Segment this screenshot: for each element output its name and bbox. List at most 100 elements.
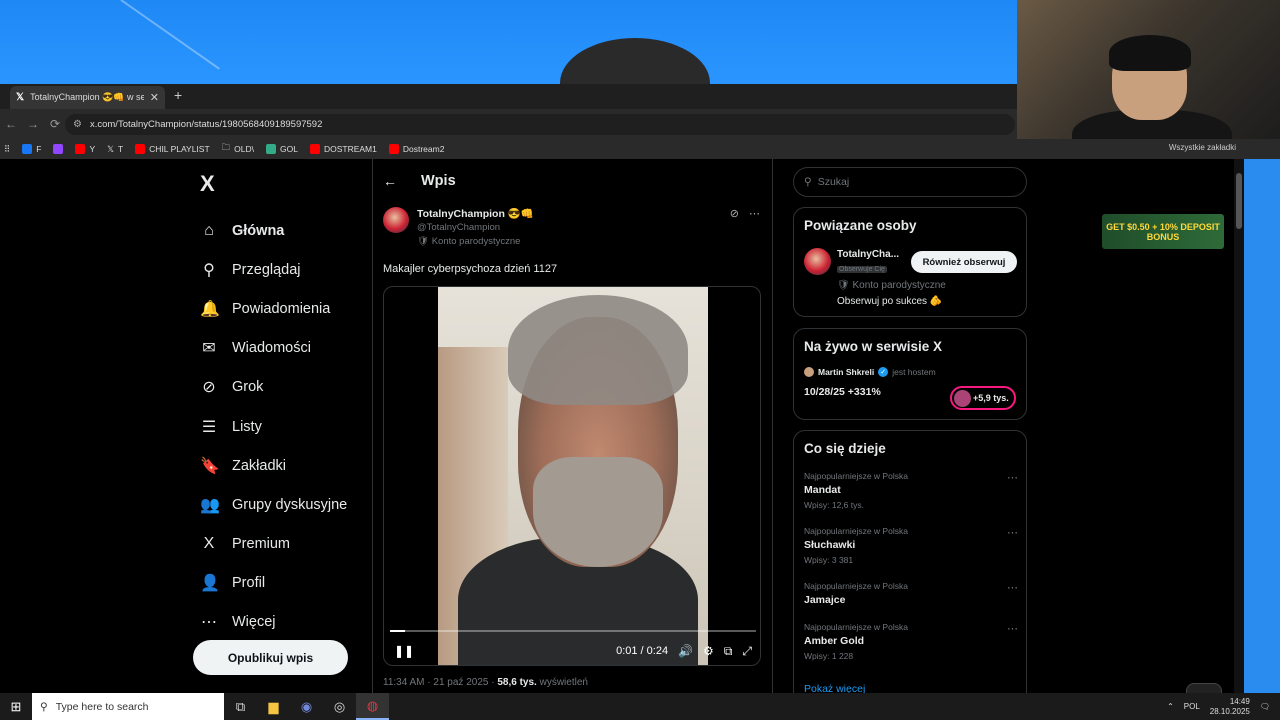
sidebar-item-more[interactable]: ⋯ Więcej — [200, 603, 347, 642]
language-indicator[interactable]: POL — [1184, 702, 1200, 711]
obs-icon[interactable]: ◎ — [323, 693, 356, 720]
profile-icon: 👤 — [200, 575, 220, 593]
search-icon: ⚲ — [40, 700, 48, 713]
video-time: 0:01 / 0:24 — [616, 645, 669, 657]
more-options-icon[interactable]: ⋯ — [1007, 622, 1018, 635]
url-field[interactable]: ⚙ x.com/TotalnyChampion/status/198056840… — [65, 114, 1015, 135]
follows-you-badge: Obserwuje Cię — [837, 266, 887, 273]
avatar[interactable] — [383, 207, 409, 233]
bookmark-folder-old[interactable]: 🗀 OLD\ — [222, 142, 254, 156]
bookmark-dostream2[interactable]: Dostream2 — [388, 144, 444, 154]
system-tray: ⌃ POL 14:49 28.10.2025 🗨 — [1167, 693, 1280, 720]
sidebar-item-premium[interactable]: X Premium — [200, 525, 347, 564]
trend-item[interactable]: Najpopularniejsze w Polska Mandat Wpisy:… — [804, 471, 1018, 510]
sidebar-item-communities[interactable]: 👥 Grupy dyskusyjne — [200, 485, 347, 524]
chevron-up-icon[interactable]: ⌃ — [1167, 702, 1174, 711]
site-info-icon[interactable]: ⚙ — [73, 119, 82, 130]
x-premium-icon: X — [203, 535, 215, 553]
more-options-icon[interactable]: ⋯ — [1007, 581, 1018, 594]
video-progress-fill — [390, 630, 406, 632]
scrollbar[interactable] — [1234, 159, 1244, 693]
publish-post-button[interactable]: Opublikuj wpis — [193, 640, 348, 675]
task-view-icon[interactable]: ⧉ — [224, 693, 257, 720]
ad-banner[interactable]: GET $0.50 + 10% DEPOSIT BONUS — [1102, 214, 1224, 249]
stream-background-edge — [1244, 159, 1280, 693]
bookmark-twitch[interactable] — [53, 144, 64, 154]
video-controls: ❚❚ 0:01 / 0:24 🔊 ⚙ ⧉ ⤢ — [384, 639, 760, 663]
volume-icon[interactable]: 🔊 — [678, 644, 693, 658]
author-name[interactable]: TotalnyChampion 😎👊 — [417, 207, 534, 221]
related-person[interactable]: TotalnyCha... Obserwuje Cię — [804, 248, 917, 277]
pause-icon[interactable]: ❚❚ — [394, 644, 414, 658]
gol-icon — [266, 144, 276, 154]
messages-drawer-button[interactable] — [1186, 683, 1222, 693]
sidebar-item-bookmarks[interactable]: 🔖 Zakładki — [200, 446, 347, 485]
forward-icon[interactable]: → — [22, 117, 44, 131]
sidebar-item-lists[interactable]: ☰ Listy — [200, 407, 347, 446]
trend-item[interactable]: Najpopularniejsze w Polska Słuchawki Wpi… — [804, 526, 1018, 565]
bookmark-chil-playlist[interactable]: CHIL PLAYLIST — [135, 144, 210, 154]
list-icon: ☰ — [201, 418, 217, 436]
more-options-icon[interactable]: ⋯ — [1007, 471, 1018, 484]
bookmark-youtube[interactable]: Y — [75, 144, 95, 154]
taskbar-search-input[interactable]: ⚲ Type here to search — [32, 693, 224, 720]
browser-tab[interactable]: 𝕏 TotalnyChampion 😎👊 w serwi ✕ — [10, 86, 165, 109]
x-logo-icon[interactable]: X — [200, 171, 215, 197]
related-person-bio: Obserwuj po sukces 🫵 — [837, 296, 943, 307]
listener-count-badge[interactable]: +5,9 tys. — [950, 386, 1016, 410]
related-person-name[interactable]: TotalnyCha... — [837, 248, 917, 262]
more-options-icon[interactable]: ⋯ — [749, 207, 760, 220]
more-options-icon[interactable]: ⋯ — [1007, 526, 1018, 539]
sidebar-item-profile[interactable]: 👤 Profil — [200, 564, 347, 603]
show-more-link[interactable]: Pokaż więcej — [804, 683, 865, 693]
sidebar-item-messages[interactable]: ✉ Wiadomości — [200, 329, 347, 368]
windows-start-icon[interactable]: ⊞ — [0, 699, 32, 715]
column-divider-right — [772, 159, 773, 693]
clock[interactable]: 14:49 28.10.2025 — [1210, 697, 1250, 717]
sidebar-item-home[interactable]: ⌂ Główna — [200, 211, 347, 250]
follow-back-button[interactable]: Również obserwuj — [911, 251, 1017, 273]
scrollbar-thumb[interactable] — [1236, 173, 1242, 229]
chrome-icon[interactable]: ◍ — [356, 693, 389, 720]
search-input[interactable]: ⚲ Szukaj — [793, 167, 1027, 197]
all-bookmarks[interactable]: Wszystkie zakładki — [1169, 143, 1236, 152]
trend-topic: Słuchawki — [804, 539, 856, 551]
video-player[interactable]: ❚❚ 0:01 / 0:24 🔊 ⚙ ⧉ ⤢ — [383, 286, 761, 666]
main-column: ← Wpis TotalnyChampion 😎👊 @TotalnyChampi… — [373, 159, 772, 693]
back-icon[interactable]: ← — [0, 117, 22, 131]
new-tab-button[interactable]: + — [174, 87, 182, 103]
sidebar-item-grok[interactable]: ⊘ Grok — [200, 368, 347, 407]
back-arrow-icon[interactable]: ← — [383, 173, 397, 189]
file-explorer-icon[interactable]: ▆ — [257, 693, 290, 720]
fullscreen-icon[interactable]: ⤢ — [742, 644, 752, 659]
twitch-icon — [53, 144, 64, 154]
bookmark-x[interactable]: 𝕏T — [107, 144, 123, 155]
author-handle[interactable]: @TotalnyChampion — [417, 221, 534, 235]
page-title: Wpis — [421, 173, 456, 189]
post-timestamp[interactable]: 11:34 AM · 21 paź 2025 · — [383, 677, 497, 688]
background-line — [120, 0, 220, 70]
video-progress-bar[interactable] — [390, 630, 756, 632]
close-tab-icon[interactable]: ✕ — [150, 91, 159, 104]
trend-item[interactable]: Najpopularniejsze w Polska Jamajce ⋯ — [804, 581, 1018, 606]
grok-explain-icon[interactable]: ⊘ — [730, 207, 739, 220]
trend-count: Wpisy: 1 228 — [804, 651, 854, 661]
trend-item[interactable]: Najpopularniejsze w Polska Amber Gold Wp… — [804, 622, 1018, 661]
discord-icon[interactable]: ◉ — [290, 693, 323, 720]
trend-category: Najpopularniejsze w Polska — [804, 581, 908, 591]
notifications-icon[interactable]: 🗨 — [1260, 702, 1270, 711]
x-favicon-icon: 𝕏 — [16, 92, 25, 103]
live-card[interactable]: Na żywo w serwisie X Martin Shkreli ✓ je… — [793, 328, 1027, 420]
bookmark-facebook[interactable]: F — [22, 144, 41, 154]
apps-icon[interactable]: ⠿ — [4, 144, 10, 155]
dock-video-icon[interactable]: ⧉ — [724, 644, 733, 659]
sidebar-item-notifications[interactable]: 🔔 Powiadomienia — [200, 289, 347, 328]
settings-gear-icon[interactable]: ⚙ — [703, 644, 714, 658]
avatar[interactable] — [804, 248, 831, 275]
bookmark-dostream1[interactable]: DOSTREAM1 — [309, 144, 377, 154]
sidebar-item-explore[interactable]: ⚲ Przeglądaj — [200, 250, 347, 289]
reload-icon[interactable]: ⟳ — [44, 117, 66, 131]
view-count-label: wyświetleń — [536, 677, 588, 688]
bookmark-gol[interactable]: GOL — [266, 144, 298, 154]
listener-avatar — [954, 389, 971, 407]
